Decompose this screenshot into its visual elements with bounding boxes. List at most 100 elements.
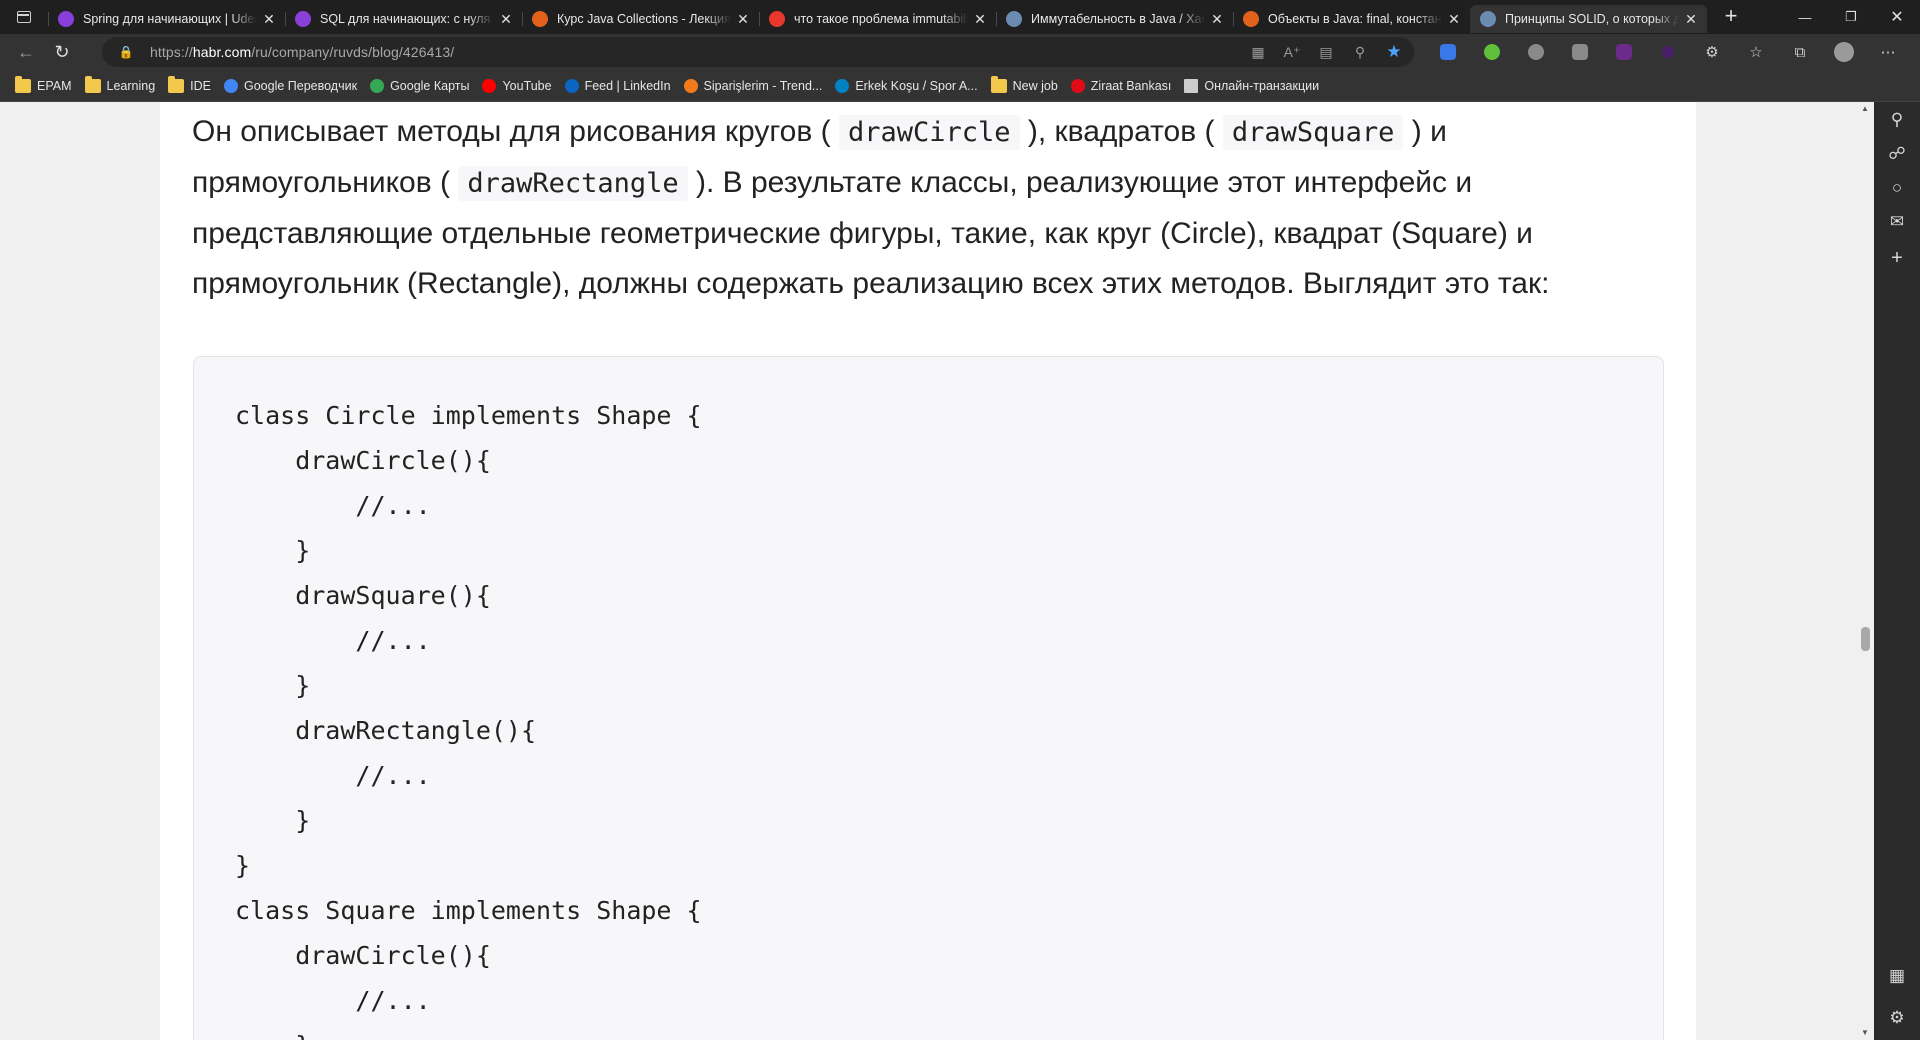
code-line: class Circle implements Shape { [235,401,702,430]
tab-title: что такое проблема immutability [794,12,968,26]
tab-title: Принципы SOLID, о которых должен знать [1505,12,1679,26]
lock-icon[interactable]: 🔒 [116,45,136,59]
tab-favicon-icon [1480,11,1496,27]
bookmark-item[interactable]: Google Карты [365,74,474,98]
browser-tab[interactable]: Принципы SOLID, о которых должен знать ✕ [1470,5,1707,33]
collections-icon[interactable]: ⧉ [1778,37,1822,67]
decathlon-icon [835,78,850,93]
bookmarks-bar: EPAM Learning IDE Google Переводчик Google К… [0,70,1920,102]
browser-tab[interactable]: Иммутабельность в Java / Хабр ✕ [996,5,1233,33]
google-translate-icon [224,78,238,93]
code-line: } [235,1023,702,1040]
sidebar-add-icon[interactable]: + [1874,240,1920,276]
extensions-puzzle-icon[interactable]: ⚙ [1690,37,1734,67]
tab-close-icon[interactable]: ✕ [735,11,751,27]
tab-close-icon[interactable]: ✕ [261,11,277,27]
bookmark-item[interactable]: Ziraat Bankası [1066,74,1177,98]
tab-favicon-icon [58,11,74,27]
bookmark-label: Learning [106,78,156,93]
inline-code-drawrectangle: drawRectangle [458,166,688,201]
inline-code-drawsquare: drawSquare [1222,115,1404,150]
immersive-reader-icon[interactable]: ▤ [1316,42,1336,62]
url-text[interactable]: https://habr.com/ru/company/ruvds/blog/4… [150,44,454,60]
browser-tab[interactable]: Курс Java Collections - Лекция: ✕ [522,5,759,33]
tab-close-icon[interactable]: ✕ [1209,11,1225,27]
bookmark-item[interactable]: Feed | LinkedIn [560,74,676,98]
tab-actions-icon [17,11,31,23]
tab-list: Spring для начинающих | Udemy ✕ SQL для на… [48,1,1707,33]
folder-icon [84,75,101,93]
bookmark-item[interactable]: Онлайн-транзакции [1179,74,1324,98]
tab-close-icon[interactable]: ✕ [972,11,988,27]
folder-icon [168,75,185,93]
browser-tab[interactable]: SQL для начинающих: с нуля до сертификат… [285,5,522,33]
sidebar-collapse-icon[interactable]: ▦ [1874,958,1920,994]
linkedin-icon [564,78,579,93]
close-window-button[interactable]: ✕ [1874,0,1920,34]
code-line: drawRectangle(){ [235,716,537,745]
browser-tab[interactable]: Объекты в Java: final, константы ✕ [1233,5,1470,33]
bookmark-item[interactable]: EPAM [10,74,77,98]
bookmark-label: Ziraat Bankası [1090,78,1172,93]
profile-avatar[interactable] [1822,37,1866,67]
tab-title: Объекты в Java: final, константы [1268,12,1442,26]
code-line: //... [235,491,431,520]
bookmark-label: YouTube [502,78,552,93]
code-block[interactable]: class Circle implements Shape { drawCirc… [193,356,1664,1040]
tab-close-icon[interactable]: ✕ [1446,11,1462,27]
code-line: //... [235,761,431,790]
tab-close-icon[interactable]: ✕ [498,11,514,27]
bookmark-item[interactable]: Siparişlerim - Trend... [679,74,828,98]
page-scrollbar[interactable]: ▲ ▼ [1856,102,1874,1040]
youtube-icon [482,78,497,93]
folder-icon [15,75,31,93]
bookmark-item[interactable]: Erkek Koşu / Spor A... [830,74,982,98]
sidebar-search-icon[interactable]: ⚲ [1874,102,1920,138]
restore-button[interactable]: ❐ [1828,0,1874,34]
green-extension-icon[interactable] [1470,37,1514,67]
tab-favicon-icon [1006,11,1022,27]
new-tab-button[interactable]: + [1713,3,1749,31]
read-aloud-icon[interactable]: A⁺ [1282,42,1302,62]
code-line: drawCircle(){ [235,446,491,475]
bookmark-item[interactable]: Google Переводчик [219,74,362,98]
back-button[interactable]: ← [8,37,44,67]
bookmark-label: Google Карты [390,78,470,93]
favorites-icon[interactable]: ☆ [1734,37,1778,67]
scrollbar-thumb[interactable] [1861,627,1870,651]
address-bar[interactable]: 🔒 https://habr.com/ru/company/ruvds/blog… [102,37,1414,67]
edge-sidebar: ⚲ ☍ ○ ✉ + ▦ ⚙ [1874,102,1920,1040]
bookmark-item[interactable]: Learning [80,74,161,98]
bookmark-item[interactable]: YouTube [477,74,556,98]
tab-title: Курс Java Collections - Лекция: [557,12,731,26]
app-available-icon[interactable]: ▦ [1248,42,1268,62]
extensions-bar: ⚙ ☆ ⧉ ⋯ [1426,37,1910,67]
refresh-button[interactable]: ↻ [44,37,80,67]
browser-tab[interactable]: Spring для начинающих | Udemy ✕ [48,5,285,33]
sidebar-outlook-icon[interactable]: ✉ [1874,204,1920,240]
zoom-icon[interactable]: ⚲ [1350,42,1370,62]
scroll-up-arrow[interactable]: ▲ [1856,102,1874,116]
article-body: Он описывает методы для рисования кругов… [160,102,1696,1040]
window-controls: — ❐ ✕ [1782,0,1920,34]
browser-tab[interactable]: что такое проблема immutability ✕ [759,5,996,33]
settings-more-icon[interactable]: ⋯ [1866,37,1910,67]
scroll-down-arrow[interactable]: ▼ [1856,1026,1874,1040]
bookmark-item[interactable]: IDE [163,74,216,98]
favorite-star-icon[interactable]: ★ [1384,42,1404,62]
extension-icon-4[interactable] [1558,37,1602,67]
sidebar-copilot-icon[interactable]: ☍ [1874,136,1920,172]
purple-extension-icon[interactable] [1602,37,1646,67]
extension-icon-3[interactable] [1514,37,1558,67]
translate-extension-icon[interactable] [1426,37,1470,67]
tab-close-icon[interactable]: ✕ [1683,11,1699,27]
sidebar-settings-icon[interactable]: ⚙ [1874,1000,1920,1036]
address-bar-actions: ▦ A⁺ ▤ ⚲ ★ [1248,37,1404,67]
minimize-button[interactable]: — [1782,0,1828,34]
tab-favicon-icon [295,11,311,27]
tab-actions-button[interactable] [0,0,48,34]
sidebar-office-icon[interactable]: ○ [1874,170,1920,206]
purple-dot-extension-icon[interactable] [1646,37,1690,67]
bookmark-label: EPAM [37,78,72,93]
bookmark-item[interactable]: New job [986,74,1063,98]
